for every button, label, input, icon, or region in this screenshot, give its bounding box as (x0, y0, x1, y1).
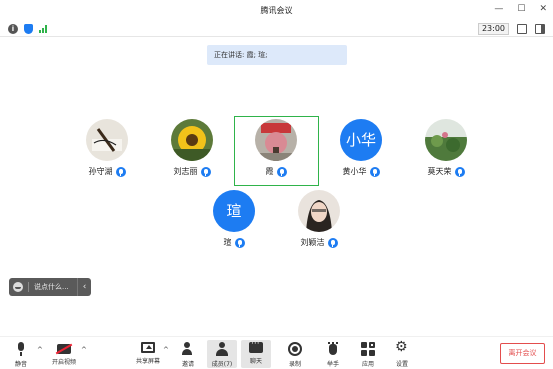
gear-icon (395, 339, 409, 356)
minimize-icon[interactable]: — (494, 4, 503, 14)
settings-button[interactable]: 设置 (387, 339, 417, 368)
hand-icon (326, 342, 340, 356)
record-icon (288, 342, 302, 356)
maximize-icon[interactable]: ☐ (517, 4, 525, 14)
chat-button[interactable]: 聊天 (241, 339, 271, 368)
divider (28, 282, 29, 292)
microphone-icon (327, 237, 338, 248)
close-icon[interactable]: ✕ (539, 4, 547, 14)
avatar (171, 119, 213, 161)
microphone-icon (14, 342, 28, 356)
microphone-icon (234, 237, 245, 248)
participant-name: 孙守湖 (88, 167, 113, 176)
camera-off-icon (57, 344, 71, 354)
members-button[interactable]: 成员(7) (207, 340, 237, 368)
avatar: 小华 (340, 119, 382, 161)
participant-tile[interactable]: 瑄 瑄 (194, 190, 274, 260)
video-label: 开启视频 (51, 359, 76, 366)
meeting-info-bar: i 23:00 (0, 21, 553, 37)
invite-icon (181, 342, 195, 356)
participant-tile[interactable]: 莫天荣 (406, 119, 486, 189)
microphone-icon (200, 166, 211, 177)
sidebar-toggle-icon[interactable] (535, 24, 545, 34)
raise-hand-label: 举手 (326, 361, 339, 368)
apps-button[interactable]: 应用 (353, 340, 383, 368)
participant-name: 刘志丽 (173, 167, 198, 176)
speaking-indicator: 正在讲话: 霞; 瑄; (207, 45, 347, 65)
participant-name: 莫天荣 (427, 167, 452, 176)
avatar (86, 119, 128, 161)
participant-name: 瑄 (223, 238, 232, 247)
record-button[interactable]: 录制 (280, 340, 310, 368)
participant-name: 黄小华 (342, 167, 367, 176)
avatar (425, 119, 467, 161)
microphone-icon (276, 166, 287, 177)
window-controls: — ☐ ✕ (494, 4, 547, 14)
avatar (298, 190, 340, 232)
chat-input[interactable]: 说点什么... ‹ (9, 278, 91, 296)
audio-options-chevron-icon[interactable]: ^ (37, 346, 43, 354)
participant-tile[interactable]: 刘颖洁 (279, 190, 359, 260)
avatar: 瑄 (213, 190, 255, 232)
video-button[interactable]: 开启视频 (49, 340, 79, 368)
members-label: 成员(7) (211, 361, 233, 368)
share-options-chevron-icon[interactable]: ^ (163, 346, 169, 354)
info-icon[interactable]: i (8, 24, 18, 34)
share-screen-icon (141, 342, 155, 353)
participant-tile[interactable]: 小华 黄小华 (321, 119, 401, 189)
chat-icon (249, 339, 263, 353)
microphone-icon (369, 166, 380, 177)
record-label: 录制 (288, 361, 301, 368)
avatar (255, 119, 297, 161)
shield-icon[interactable] (24, 24, 33, 34)
raise-hand-button[interactable]: 举手 (318, 340, 348, 368)
participant-tile[interactable]: 孙守湖 (67, 119, 147, 189)
window-title: 腾讯会议 (260, 6, 293, 15)
mute-button[interactable]: 静音 (6, 340, 36, 368)
participant-name: 刘颖洁 (300, 238, 325, 247)
share-screen-button[interactable]: 共享屏幕 (133, 340, 163, 368)
chat-label: 聊天 (249, 358, 262, 365)
invite-label: 邀请 (181, 361, 194, 368)
chat-input-placeholder: 说点什么... (34, 283, 69, 291)
video-options-chevron-icon[interactable]: ^ (81, 346, 87, 354)
participant-tile[interactable]: 霞 (236, 119, 316, 189)
microphone-icon (454, 166, 465, 177)
mute-label: 静音 (14, 361, 27, 368)
signal-icon[interactable] (39, 25, 47, 33)
apps-icon (361, 342, 375, 356)
chevron-left-icon[interactable]: ‹ (77, 278, 91, 296)
settings-label: 设置 (395, 361, 408, 368)
invite-button[interactable]: 邀请 (173, 340, 203, 368)
participant-name: 霞 (265, 167, 274, 176)
share-label: 共享屏幕 (135, 358, 160, 365)
title-bar: 腾讯会议 — ☐ ✕ (0, 0, 553, 21)
members-icon (215, 342, 229, 356)
apps-label: 应用 (361, 361, 374, 368)
microphone-icon (115, 166, 126, 177)
meeting-timer: 23:00 (477, 23, 509, 35)
participant-tile[interactable]: 刘志丽 (152, 119, 232, 189)
leave-meeting-button[interactable]: 离开会议 (500, 343, 545, 364)
emoji-icon[interactable] (13, 282, 23, 292)
fullscreen-icon[interactable] (517, 24, 527, 34)
